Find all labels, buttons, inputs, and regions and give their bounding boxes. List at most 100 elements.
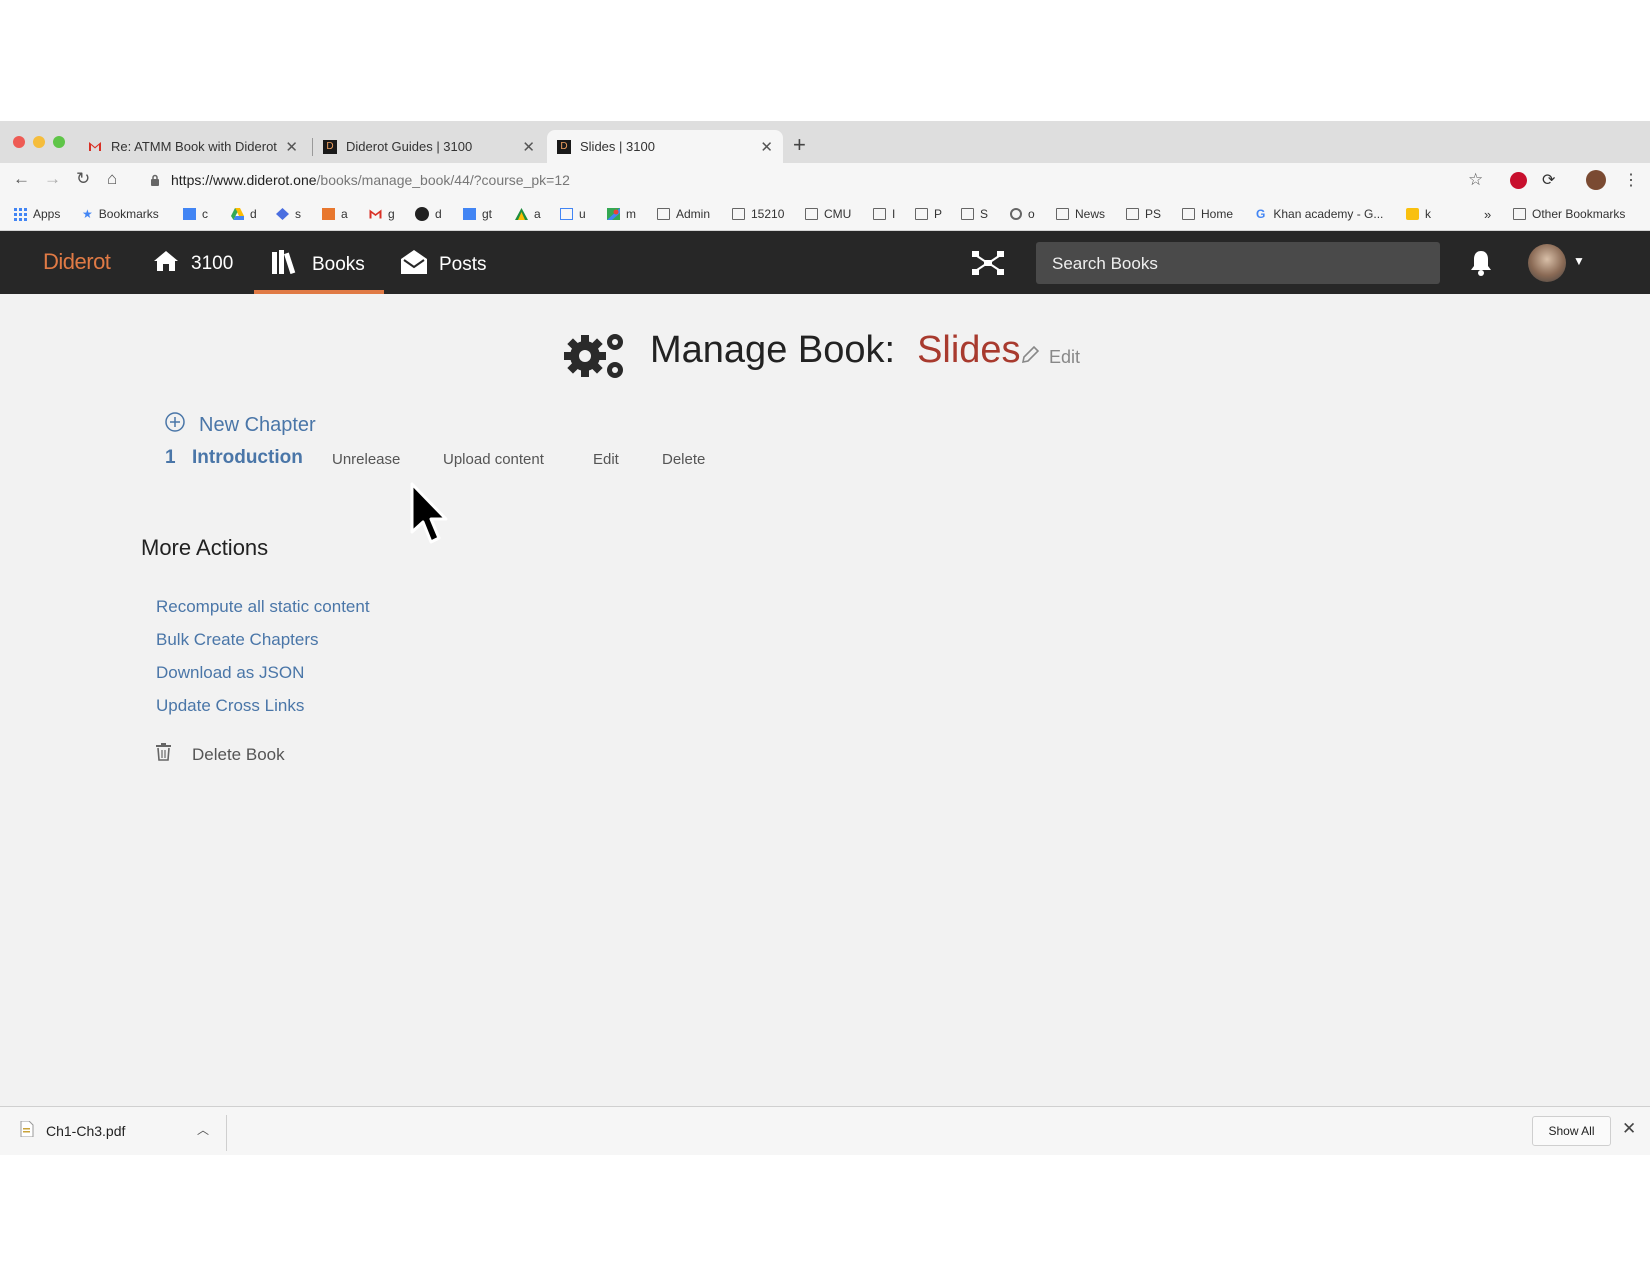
forward-arrow-icon[interactable]: → <box>44 169 61 189</box>
chrome-icon <box>1010 208 1022 220</box>
download-bar: Ch1-Ch3.pdf ︿ Show All ✕ <box>0 1106 1650 1155</box>
bookmark-folder-cmu[interactable]: CMU <box>805 207 851 221</box>
close-download-bar-icon[interactable]: ✕ <box>1622 1119 1636 1139</box>
bookmark-u[interactable]: u <box>560 207 586 221</box>
envelope-icon <box>401 250 427 280</box>
home-icon[interactable]: ⌂ <box>107 169 117 189</box>
box-icon <box>322 208 335 220</box>
close-window-button[interactable] <box>13 136 25 148</box>
bookmark-github[interactable]: d <box>415 207 442 221</box>
bookmark-bookmarks[interactable]: ★ Bookmarks <box>82 207 159 221</box>
bookmark-a[interactable]: a <box>322 207 348 221</box>
download-json-link[interactable]: Download as JSON <box>156 663 304 683</box>
bookmark-o[interactable]: o <box>1010 207 1035 221</box>
edit-chapter-button[interactable]: Edit <box>593 451 619 468</box>
graph-view-icon[interactable] <box>972 251 1004 280</box>
delete-chapter-button[interactable]: Delete <box>662 451 705 468</box>
maximize-window-button[interactable] <box>53 136 65 148</box>
star-icon[interactable]: ☆ <box>1468 170 1483 190</box>
bookmark-folder-home[interactable]: Home <box>1182 207 1233 221</box>
folder-icon <box>1056 208 1069 220</box>
notifications-bell-icon[interactable] <box>1470 250 1492 281</box>
new-chapter-button[interactable]: New Chapter <box>165 412 316 438</box>
adblock-icon[interactable] <box>1510 172 1527 189</box>
bulk-create-chapters-link[interactable]: Bulk Create Chapters <box>156 630 319 650</box>
bookmark-d[interactable]: d <box>231 207 257 221</box>
minimize-window-button[interactable] <box>33 136 45 148</box>
new-tab-icon[interactable]: + <box>793 132 806 158</box>
sync-icon[interactable]: ⟳ <box>1542 170 1555 190</box>
browser-toolbar: ← → ↻ ⌂ https://www.diderot.one/books/ma… <box>0 163 1650 198</box>
bookmark-folder-news[interactable]: News <box>1056 207 1105 221</box>
bookmark-khan[interactable]: G Khan academy - G... <box>1256 207 1383 221</box>
folder-icon <box>732 208 745 220</box>
profile-avatar[interactable] <box>1586 170 1606 190</box>
page-title: Manage Book: Slides <box>650 329 1021 372</box>
reload-icon[interactable]: ↻ <box>76 169 90 189</box>
bookmark-k[interactable]: k <box>1406 207 1431 221</box>
bookmark-m[interactable]: m <box>607 207 636 221</box>
bookmark-folder-admin[interactable]: Admin <box>657 207 710 221</box>
close-tab-icon[interactable]: ✕ <box>522 138 535 156</box>
bookmark-folder-i[interactable]: I <box>873 207 895 221</box>
nav-item-posts[interactable]: Posts <box>401 250 487 280</box>
nav-label: Posts <box>439 254 487 275</box>
bookmark-folder-s[interactable]: S <box>961 207 988 221</box>
chevron-down-icon[interactable]: ▼ <box>1573 254 1585 268</box>
menu-kebab-icon[interactable]: ⋮ <box>1623 170 1639 190</box>
apps-grid-icon <box>14 208 27 221</box>
close-tab-icon[interactable]: ✕ <box>285 138 298 156</box>
unrelease-button[interactable]: Unrelease <box>332 451 400 468</box>
address-bar[interactable]: https://www.diderot.one/books/manage_boo… <box>138 166 1488 195</box>
calendar-icon <box>183 208 196 220</box>
bookmark-g[interactable]: g <box>369 207 395 221</box>
lock-icon <box>150 173 160 191</box>
download-item[interactable]: Ch1-Ch3.pdf <box>20 1120 126 1140</box>
delete-book-label: Delete Book <box>192 744 285 764</box>
chapter-title-link[interactable]: Introduction <box>192 447 303 469</box>
diamond-icon <box>276 208 289 220</box>
bookmark-other-bookmarks[interactable]: Other Bookmarks <box>1513 207 1625 221</box>
update-cross-links-link[interactable]: Update Cross Links <box>156 696 304 716</box>
site-navbar: Diderot 3100 Books Posts Search Books ▼ <box>0 231 1650 294</box>
download-file-name: Ch1-Ch3.pdf <box>46 1122 126 1139</box>
tab-diderot-guides[interactable]: D Diderot Guides | 3100 ✕ <box>313 130 545 163</box>
bookmark-s[interactable]: s <box>276 207 301 221</box>
folder-icon <box>1126 208 1139 220</box>
github-icon <box>415 207 429 221</box>
nav-item-course[interactable]: 3100 <box>153 250 233 278</box>
bookmark-apps[interactable]: Apps <box>14 207 60 221</box>
show-all-button[interactable]: Show All <box>1532 1116 1611 1146</box>
mouse-cursor-icon <box>410 482 450 551</box>
plus-circle-icon <box>165 412 185 438</box>
tab-gmail[interactable]: Re: ATMM Book with Diderot - ✕ <box>78 130 308 163</box>
bookmark-folder-15210[interactable]: 15210 <box>732 207 784 221</box>
tab-slides[interactable]: D Slides | 3100 ✕ <box>547 130 783 163</box>
bookmark-folder-ps[interactable]: PS <box>1126 207 1161 221</box>
bookmark-a2[interactable]: a <box>515 207 541 221</box>
star-icon: ★ <box>82 207 93 221</box>
folder-icon <box>915 208 928 220</box>
close-tab-icon[interactable]: ✕ <box>760 138 773 156</box>
bookmark-gt[interactable]: gt <box>463 207 492 221</box>
bookmark-folder-p[interactable]: P <box>915 207 942 221</box>
home-icon <box>153 250 179 278</box>
bookmarks-bar: Apps ★ Bookmarks c d s a g d gt a u m Ad… <box>0 198 1650 231</box>
books-icon <box>272 250 300 280</box>
pencil-icon <box>1021 345 1040 369</box>
user-avatar[interactable] <box>1528 244 1566 282</box>
bookmarks-overflow-button[interactable]: » <box>1484 207 1491 222</box>
nav-label: 3100 <box>191 253 234 274</box>
search-input[interactable] <box>1050 253 1434 275</box>
drive-icon <box>231 208 244 220</box>
nav-item-books[interactable]: Books <box>272 250 365 280</box>
upload-content-button[interactable]: Upload content <box>443 451 544 468</box>
delete-book-button[interactable]: Delete Book <box>156 743 285 766</box>
search-books-field[interactable] <box>1036 242 1440 284</box>
recompute-static-content-link[interactable]: Recompute all static content <box>156 597 370 617</box>
chevron-up-icon[interactable]: ︿ <box>197 1121 209 1138</box>
bookmark-c[interactable]: c <box>183 207 208 221</box>
site-logo[interactable]: Diderot <box>43 249 111 275</box>
back-arrow-icon[interactable]: ← <box>13 169 30 189</box>
edit-book-button[interactable]: Edit <box>1021 345 1080 369</box>
